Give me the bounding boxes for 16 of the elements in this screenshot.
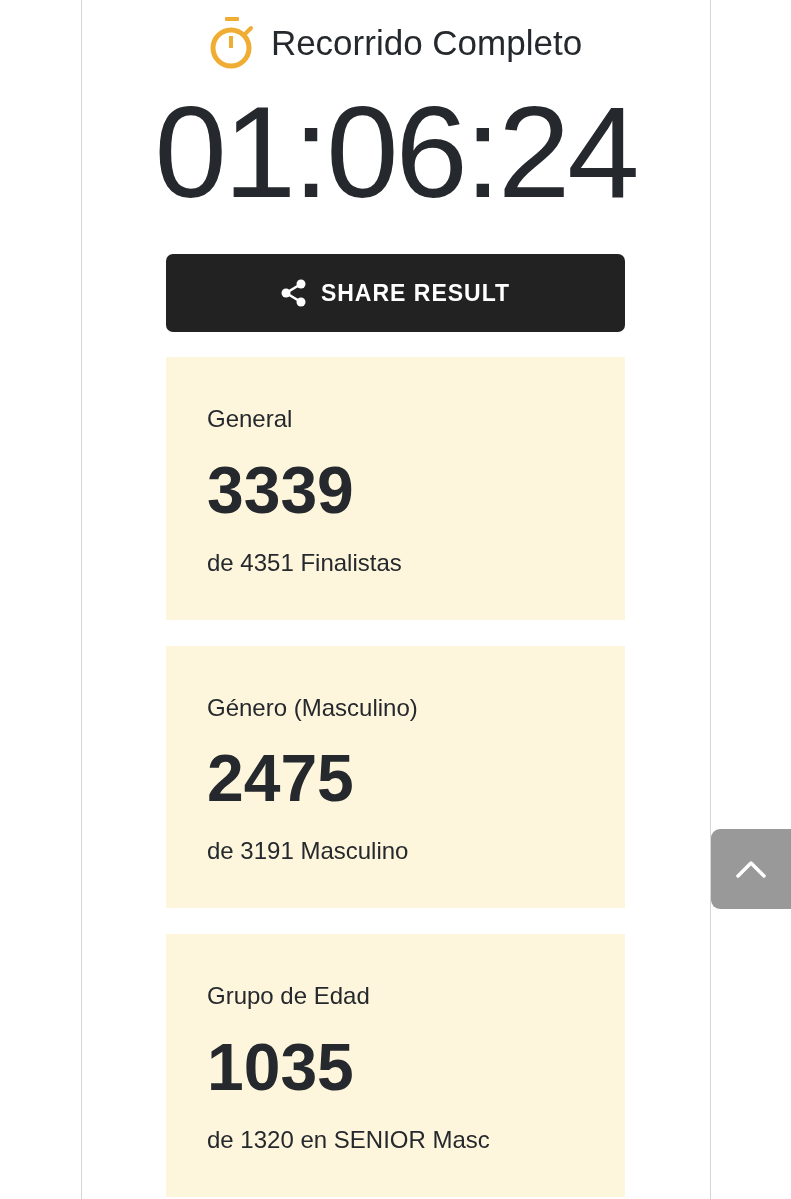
rank-category: General bbox=[207, 405, 293, 434]
scroll-to-top-button[interactable] bbox=[711, 829, 791, 909]
share-icon bbox=[280, 279, 307, 307]
share-result-button[interactable]: SHARE RESULT bbox=[166, 254, 625, 332]
chevron-up-icon bbox=[736, 860, 766, 878]
rank-total: de 4351 Finalistas bbox=[207, 548, 402, 578]
rank-number: 3339 bbox=[207, 456, 354, 523]
stopwatch-icon bbox=[208, 16, 255, 70]
rank-number: 1035 bbox=[207, 1034, 354, 1100]
rank-total: de 3191 Masculino bbox=[207, 837, 409, 867]
status-title: Recorrido Completo bbox=[270, 22, 583, 64]
rank-number: 2475 bbox=[207, 745, 354, 812]
finish-time: 01:06:24 bbox=[154, 87, 637, 217]
rank-category: Género (Masculino) bbox=[207, 693, 418, 723]
rank-category: Grupo de Edad bbox=[207, 982, 370, 1011]
rank-total: de 1320 en SENIOR Masc bbox=[207, 1126, 490, 1155]
